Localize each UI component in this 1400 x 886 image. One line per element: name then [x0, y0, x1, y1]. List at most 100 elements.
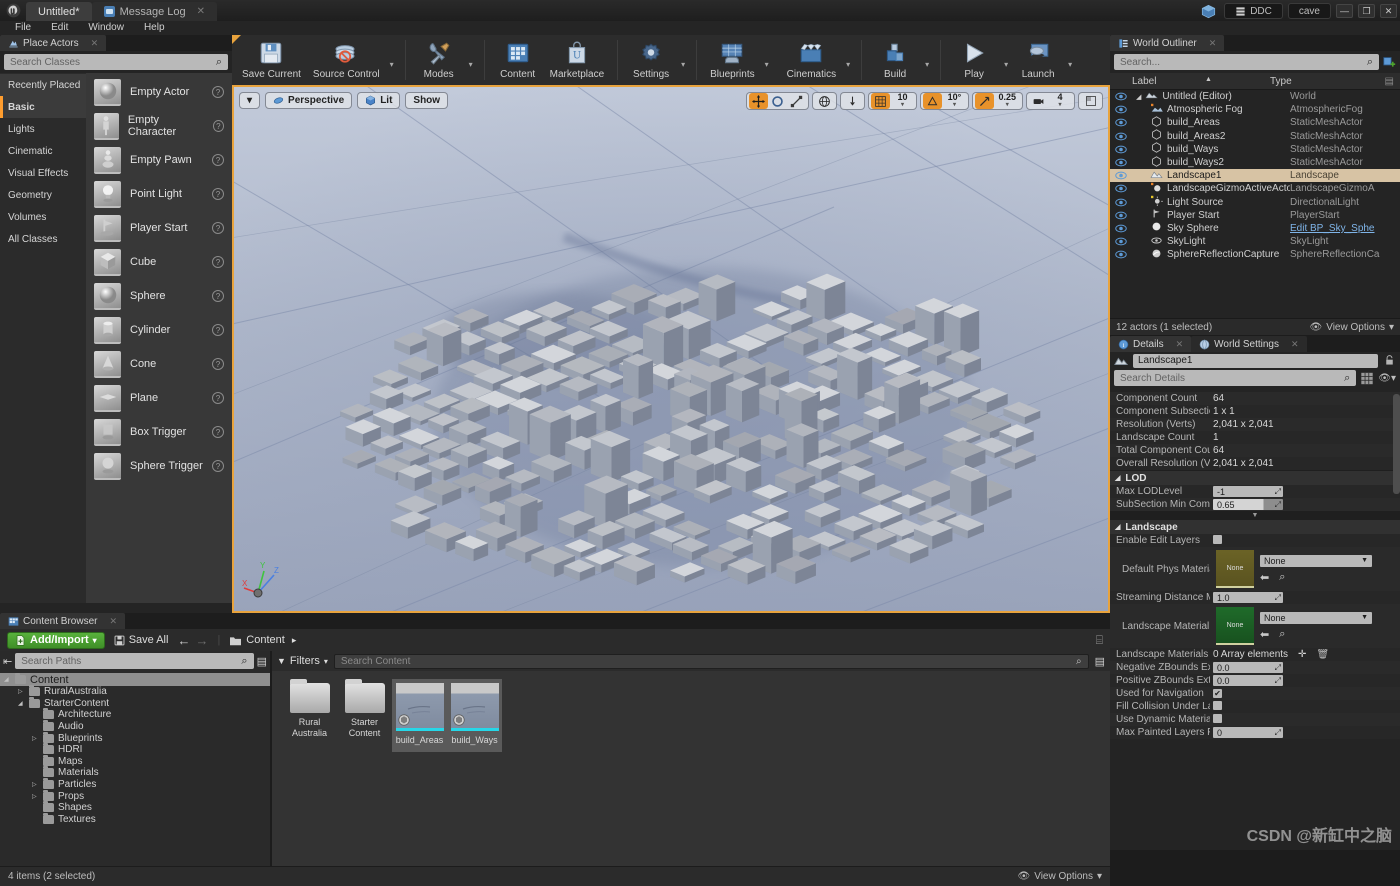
collapse-arrow-icon[interactable]: ▷ — [32, 735, 39, 742]
details-value-input[interactable]: 0 ⤢ — [1213, 727, 1283, 738]
tab-message-log[interactable]: Message Log ✕ — [91, 2, 218, 21]
search-paths-input[interactable]: Search Paths ⌕ — [15, 653, 254, 669]
settings-dropdown-icon[interactable]: ▾ — [677, 60, 689, 69]
details-checkbox[interactable]: ✔ — [1213, 689, 1222, 698]
place-actor-item[interactable]: Plane? — [86, 381, 232, 415]
play-dropdown-icon[interactable]: ▾ — [1000, 60, 1012, 69]
viewport-perspective-button[interactable]: Perspective — [265, 92, 353, 109]
outliner-row[interactable]: ◢ Untitled (Editor) World — [1110, 90, 1400, 103]
place-actor-item[interactable]: Sphere Trigger? — [86, 449, 232, 483]
help-icon[interactable]: ? — [212, 358, 224, 370]
close-icon[interactable]: ✕ — [1176, 339, 1184, 350]
outliner-col-label[interactable]: Label ▲ — [1110, 76, 1270, 87]
category-visual-effects[interactable]: Visual Effects — [0, 162, 86, 184]
content-view-options-button[interactable]: 👁 View Options ▾ — [1018, 871, 1102, 882]
filters-button[interactable]: ▼ Filters ▾ — [277, 655, 328, 667]
place-actor-item[interactable]: Player Start? — [86, 211, 232, 245]
play-button[interactable]: Play — [948, 35, 1000, 80]
tab-untitled-project[interactable]: Untitled* — [26, 2, 92, 21]
settings-button[interactable]: Settings — [625, 35, 677, 80]
viewport-options-button[interactable]: ▾ — [239, 92, 261, 109]
help-icon[interactable]: ? — [212, 290, 224, 302]
cinematics-dropdown-icon[interactable]: ▾ — [842, 60, 854, 69]
place-actor-item[interactable]: Cylinder? — [86, 313, 232, 347]
toggle-visibility-button[interactable] — [1110, 250, 1132, 259]
add-import-button[interactable]: Add/Import ▾ — [7, 631, 105, 649]
outliner-row[interactable]: Atmospheric Fog AtmosphericFog — [1110, 103, 1400, 116]
translate-mode-icon[interactable] — [749, 93, 769, 109]
toggle-visibility-button[interactable] — [1110, 211, 1132, 220]
category-basic[interactable]: Basic — [0, 96, 86, 118]
details-collapse-handle[interactable]: ▼ — [1110, 511, 1400, 519]
details-value-input[interactable]: 0.0 ⤢ — [1213, 662, 1283, 673]
toggle-visibility-button[interactable] — [1110, 132, 1132, 141]
blueprints-dropdown-icon[interactable]: ▾ — [761, 60, 773, 69]
outliner-row[interactable]: build_Ways StaticMeshActor — [1110, 142, 1400, 156]
ddc-status-button[interactable]: DDC — [1224, 3, 1283, 19]
place-actors-search-input[interactable]: Search Classes ⌕ — [4, 54, 228, 70]
toggle-visibility-button[interactable] — [1110, 237, 1132, 246]
spinner-icon[interactable]: ⤢ — [1275, 728, 1281, 738]
asset-tile[interactable]: Rural Australia — [282, 679, 337, 745]
source-control-button[interactable]: Source Control — [307, 35, 386, 80]
folder-tree-node[interactable]: Maps — [0, 754, 270, 768]
place-actor-item[interactable]: Sphere? — [86, 279, 232, 313]
place-actor-item[interactable]: Cone? — [86, 347, 232, 381]
tab-world-outliner[interactable]: World Outliner ✕ — [1110, 35, 1225, 51]
asset-tile[interactable]: build_Ways — [447, 679, 502, 752]
help-icon[interactable]: ? — [212, 426, 224, 438]
minimize-button[interactable]: — — [1336, 4, 1353, 18]
details-property-rows[interactable]: Component Count 64 Component Subsection 1 x… — [1110, 392, 1400, 850]
save-all-button[interactable]: Save All — [114, 634, 168, 646]
grid-snap-value[interactable]: 10 ▾ — [890, 93, 914, 109]
tab-place-actors[interactable]: Place Actors ✕ — [0, 35, 107, 51]
place-actor-item[interactable]: Point Light? — [86, 177, 232, 211]
details-scrollbar[interactable] — [1393, 394, 1400, 494]
marketplace-button[interactable]: U Marketplace — [544, 35, 610, 80]
asset-tile[interactable]: Starter Content — [337, 679, 392, 745]
spinner-icon[interactable]: ⤢ — [1275, 663, 1281, 673]
menu-help[interactable]: Help — [135, 21, 174, 35]
maximize-viewport-icon[interactable] — [1081, 93, 1100, 109]
outliner-search-input[interactable]: Search... ⌕ — [1114, 54, 1379, 70]
folder-tree-node[interactable]: ▷ Blueprints — [0, 731, 270, 744]
details-checkbox[interactable] — [1213, 713, 1222, 723]
tab-details[interactable]: i Details ✕ — [1110, 336, 1192, 352]
outliner-row[interactable]: build_Ways2 StaticMeshActor — [1110, 155, 1400, 169]
close-icon[interactable]: ✕ — [91, 38, 99, 49]
scale-snap-toggle-icon[interactable] — [975, 93, 995, 109]
grid-view-icon[interactable] — [1360, 372, 1374, 385]
outliner-col-type[interactable]: Type — [1270, 76, 1385, 87]
breadcrumb[interactable]: Content ▸ — [229, 634, 296, 646]
outliner-view-options-button[interactable]: 👁 View Options ▾ — [1310, 322, 1394, 333]
folder-tree-node[interactable]: ◢ StarterContent — [0, 696, 270, 710]
close-window-button[interactable]: ✕ — [1380, 4, 1397, 18]
spinner-icon[interactable]: ⤢ — [1275, 593, 1281, 603]
place-actor-item[interactable]: Box Trigger? — [86, 415, 232, 449]
user-account-button[interactable]: cave — [1287, 3, 1331, 19]
place-actors-list[interactable]: Empty Actor? Empty Character? Empty Pawn? P… — [86, 73, 232, 603]
expand-arrow-icon[interactable]: ◢ — [1136, 93, 1141, 101]
details-value-input[interactable]: -1 ⤢ — [1213, 486, 1283, 497]
chevron-right-icon[interactable]: ▸ — [292, 635, 297, 646]
help-icon[interactable]: ? — [212, 154, 224, 166]
nav-back-icon[interactable]: ← — [177, 633, 190, 648]
launch-button[interactable]: Launch — [1012, 35, 1064, 80]
add-actor-icon[interactable] — [1383, 56, 1396, 69]
asset-grid[interactable]: Rural Australia Starter Content build_Area… — [272, 671, 1110, 760]
blueprints-button[interactable]: Blueprints — [704, 35, 760, 80]
viewport-show-button[interactable]: Show — [405, 92, 449, 109]
rotation-snap-toggle-icon[interactable] — [923, 93, 943, 109]
folder-tree-node[interactable]: Shapes — [0, 801, 270, 814]
folder-tree-node[interactable]: Textures — [0, 812, 270, 826]
maximize-button[interactable]: ❐ — [1358, 4, 1375, 18]
expand-arrow-icon[interactable]: ◢ — [4, 676, 11, 683]
folder-tree-node[interactable]: Audio — [0, 720, 270, 733]
cinematics-button[interactable]: Cinematics — [781, 35, 842, 80]
camera-speed-icon[interactable] — [1029, 93, 1048, 109]
folder-tree-node[interactable]: Materials — [0, 766, 270, 779]
details-value-input[interactable]: 0.65 ⤢ — [1213, 499, 1283, 510]
save-current-button[interactable]: Save Current — [236, 35, 307, 80]
help-icon[interactable]: ? — [212, 256, 224, 268]
rotation-snap-value[interactable]: 10° ▾ — [942, 93, 966, 109]
